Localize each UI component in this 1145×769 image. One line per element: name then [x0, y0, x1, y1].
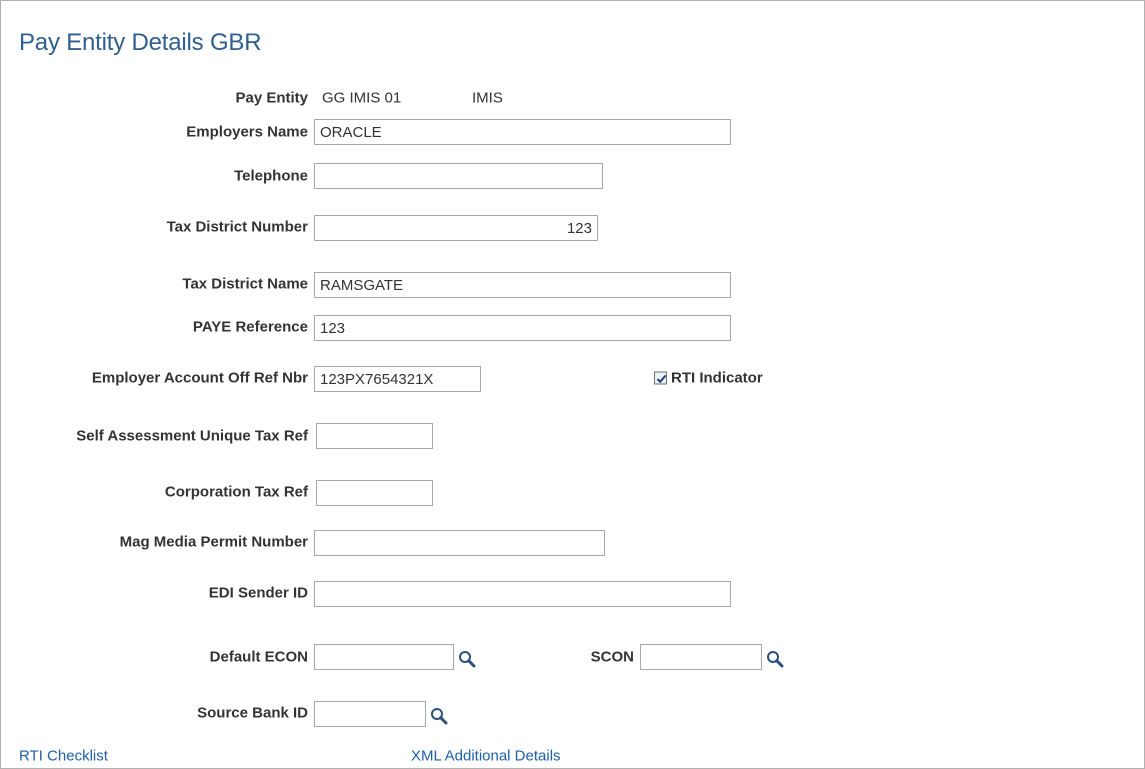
telephone-label: Telephone	[234, 167, 308, 185]
default-econ-label: Default ECON	[209, 648, 308, 666]
mag-media-permit-input[interactable]	[314, 530, 605, 556]
self-assessment-utr-label: Self Assessment Unique Tax Ref	[76, 427, 308, 445]
page-frame: Pay Entity Details GBR Pay Entity GG IMI…	[0, 0, 1145, 769]
xml-additional-details-link[interactable]: XML Additional Details	[411, 748, 561, 765]
source-bank-id-input[interactable]	[314, 701, 426, 727]
source-bank-id-label: Source Bank ID	[197, 704, 308, 722]
tax-district-name-input[interactable]	[314, 272, 731, 298]
checkmark-icon[interactable]	[654, 371, 667, 385]
corporation-tax-ref-label: Corporation Tax Ref	[164, 483, 308, 501]
self-assessment-utr-input[interactable]	[316, 423, 433, 449]
scon-input[interactable]	[640, 644, 762, 670]
mag-media-permit-label: Mag Media Permit Number	[119, 533, 308, 551]
default-econ-lookup-icon[interactable]	[457, 649, 477, 669]
employers-name-input[interactable]	[314, 119, 731, 145]
scon-lookup-icon[interactable]	[765, 649, 785, 669]
rti-checklist-link[interactable]: RTI Checklist	[19, 748, 108, 765]
telephone-input[interactable]	[314, 163, 603, 189]
page-title: Pay Entity Details GBR	[19, 29, 262, 56]
default-econ-input[interactable]	[314, 644, 454, 670]
pay-entity-label: Pay Entity	[235, 89, 308, 107]
employers-name-label: Employers Name	[186, 123, 308, 141]
rti-indicator-label: RTI Indicator	[671, 369, 763, 387]
employer-account-off-ref-label: Employer Account Off Ref Nbr	[91, 369, 308, 387]
paye-reference-label: PAYE Reference	[192, 318, 308, 336]
pay-entity-description: IMIS	[472, 89, 503, 107]
source-bank-id-lookup-icon[interactable]	[429, 706, 449, 726]
pay-entity-code: GG IMIS 01	[322, 89, 402, 107]
employer-account-off-ref-input[interactable]	[314, 366, 481, 392]
tax-district-number-label: Tax District Number	[166, 218, 308, 236]
scon-label: SCON	[590, 648, 634, 666]
corporation-tax-ref-input[interactable]	[316, 480, 433, 506]
tax-district-name-label: Tax District Name	[182, 275, 308, 293]
edi-sender-id-label: EDI Sender ID	[208, 584, 308, 602]
rti-indicator-checkbox[interactable]: RTI Indicator	[654, 370, 763, 387]
tax-district-number-input[interactable]	[314, 215, 598, 241]
paye-reference-input[interactable]	[314, 315, 731, 341]
edi-sender-id-input[interactable]	[314, 581, 731, 607]
